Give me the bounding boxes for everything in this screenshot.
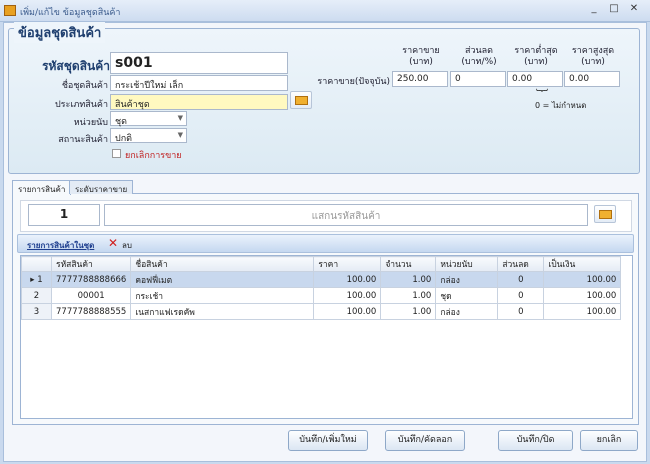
cell-unit[interactable]: ชุด xyxy=(435,287,499,304)
cell-name[interactable]: เนสกาแฟเรดคัพ xyxy=(130,303,315,320)
cell-code[interactable]: 7777788888666 xyxy=(50,271,132,288)
col-qty[interactable]: จำนวน xyxy=(380,256,437,272)
cell-qty[interactable]: 1.00 xyxy=(380,303,437,320)
cell-unit[interactable]: กล่อง xyxy=(435,271,499,288)
app-icon xyxy=(4,5,16,16)
product-search-button[interactable] xyxy=(594,205,616,223)
table-row[interactable]: ▸ 1 7777788888666 คอฟฟี่เมต 100.00 1.00 กล่อง… xyxy=(21,271,622,288)
delete-button[interactable]: ลบ xyxy=(122,239,132,252)
close-button[interactable]: ✕ xyxy=(626,3,642,17)
header-text: ราคาสูงสุด xyxy=(571,46,615,56)
cell-price[interactable]: 100.00 xyxy=(313,303,382,320)
cell-qty[interactable]: 1.00 xyxy=(380,271,437,288)
col-discount[interactable]: ส่วนลด xyxy=(497,256,545,272)
price-header-min: ราคาต่ำสุด (บาท) xyxy=(508,46,564,68)
price-note: 0 = ไม่กำหนด xyxy=(535,101,587,110)
price-header-discount: ส่วนลด (บาท/%) xyxy=(451,46,507,68)
row-number[interactable]: ▸ 1 xyxy=(21,271,52,288)
cell-total[interactable]: 100.00 xyxy=(543,303,622,320)
discount-input[interactable]: 0 xyxy=(450,71,506,87)
cell-code[interactable]: 00001 xyxy=(50,287,132,304)
status-value: ปกติ xyxy=(115,134,133,144)
current-price-label: ราคาขาย(ปัจจุบัน) xyxy=(317,77,390,87)
cell-unit[interactable]: กล่อง xyxy=(435,303,499,320)
sell-price-input[interactable]: 250.00 xyxy=(392,71,448,87)
type-input[interactable]: สินค้าชุด xyxy=(110,94,288,110)
cell-total[interactable]: 100.00 xyxy=(543,287,622,304)
title-bar: เพิ่ม/แก้ไข ข้อมูลชุดสินค้า _ □ ✕ xyxy=(0,0,650,22)
status-dropdown[interactable]: ปกติ ▼ xyxy=(110,128,187,144)
col-unit[interactable]: หน่วยนับ xyxy=(435,256,499,272)
items-grid: รหัสสินค้า ชื่อสินค้า ราคา จำนวน หน่วยนั… xyxy=(20,255,633,419)
cell-price[interactable]: 100.00 xyxy=(313,271,382,288)
status-label: สถานะสินค้า xyxy=(58,135,108,145)
cell-price[interactable]: 100.00 xyxy=(313,287,382,304)
maximize-button[interactable]: □ xyxy=(606,3,622,17)
save-copy-button[interactable]: บันทึก/คัดลอก xyxy=(385,430,465,451)
col-price[interactable]: ราคา xyxy=(313,256,382,272)
cell-name[interactable]: คอฟฟี่เมต xyxy=(130,271,315,288)
chevron-down-icon: ▼ xyxy=(177,114,183,122)
header-unit: (บาท) xyxy=(524,57,548,67)
cell-name[interactable]: กระเช้า xyxy=(130,287,315,304)
cell-code[interactable]: 7777788888555 xyxy=(50,303,132,320)
min-price-input[interactable]: 0.00 xyxy=(507,71,563,87)
unit-value: ชุด xyxy=(115,117,127,127)
grid-toolbar: รายการสินค้าในชุด ✕ ลบ xyxy=(17,234,634,253)
search-icon xyxy=(295,96,308,105)
col-code[interactable]: รหัสสินค้า xyxy=(50,256,132,272)
price-header-sell: ราคาขาย (บาท) xyxy=(393,46,449,68)
row-number[interactable]: 3 xyxy=(21,303,52,320)
row-number[interactable]: 2 xyxy=(21,287,52,304)
delete-icon[interactable]: ✕ xyxy=(108,236,118,250)
cell-discount[interactable]: 0 xyxy=(497,271,545,288)
max-price-input[interactable]: 0.00 xyxy=(564,71,620,87)
window-title: เพิ่ม/แก้ไข ข้อมูลชุดสินค้า xyxy=(20,8,121,18)
cell-discount[interactable]: 0 xyxy=(497,287,545,304)
header-text: ราคาต่ำสุด xyxy=(514,46,558,56)
set-items-link[interactable]: รายการสินค้าในชุด xyxy=(27,239,94,252)
col-total[interactable]: เป็นเงิน xyxy=(543,256,622,272)
cancel-sale-label: ยกเลิกการขาย xyxy=(125,151,182,161)
cell-qty[interactable]: 1.00 xyxy=(380,287,437,304)
cancel-sale-checkbox[interactable] xyxy=(112,149,121,158)
name-input[interactable]: กระเช้าปีใหม่ เล็ก xyxy=(110,75,288,91)
scan-qty-input[interactable]: 1 xyxy=(28,204,100,226)
minimize-button[interactable]: _ xyxy=(586,3,602,17)
type-label: ประเภทสินค้า xyxy=(54,100,108,110)
row-header-corner xyxy=(21,256,52,272)
cell-total[interactable]: 100.00 xyxy=(543,271,622,288)
save-close-button[interactable]: บันทึก/ปิด xyxy=(498,430,573,451)
header-unit: (บาท) xyxy=(581,57,605,67)
tab-products[interactable]: รายการสินค้า xyxy=(12,180,72,195)
name-label: ชื่อชุดสินค้า xyxy=(61,81,108,91)
header-unit: (บาท/%) xyxy=(461,57,497,67)
header-text: ส่วนลด xyxy=(464,46,494,56)
cancel-button[interactable]: ยกเลิก xyxy=(580,430,638,451)
chevron-down-icon: ▼ xyxy=(177,131,183,139)
col-name[interactable]: ชื่อสินค้า xyxy=(130,256,315,272)
type-search-button[interactable] xyxy=(290,91,312,109)
table-row[interactable]: 2 00001 กระเช้า 100.00 1.00 ชุด 0 100.00 xyxy=(21,287,622,304)
code-input[interactable]: s001 xyxy=(110,52,288,74)
header-text: ราคาขาย xyxy=(402,46,440,56)
scan-code-input[interactable]: แสกนรหัสสินค้า xyxy=(104,204,588,226)
header-unit: (บาท) xyxy=(409,57,433,67)
table-row[interactable]: 3 7777788888555 เนสกาแฟเรดคัพ 100.00 1.00 กล่… xyxy=(21,303,622,320)
unit-dropdown[interactable]: ชุด ▼ xyxy=(110,111,187,127)
code-label: รหัสชุดสินค้า xyxy=(42,59,110,73)
cell-discount[interactable]: 0 xyxy=(497,303,545,320)
save-new-button[interactable]: บันทึก/เพิ่มใหม่ xyxy=(288,430,368,451)
unit-label: หน่วยนับ xyxy=(73,118,108,128)
tab-price-levels[interactable]: ระดับราคาขาย xyxy=(69,180,134,194)
group-title: ข้อมูลชุดสินค้า xyxy=(14,22,106,43)
search-icon xyxy=(599,210,612,219)
price-header-max: ราคาสูงสุด (บาท) xyxy=(565,46,621,68)
